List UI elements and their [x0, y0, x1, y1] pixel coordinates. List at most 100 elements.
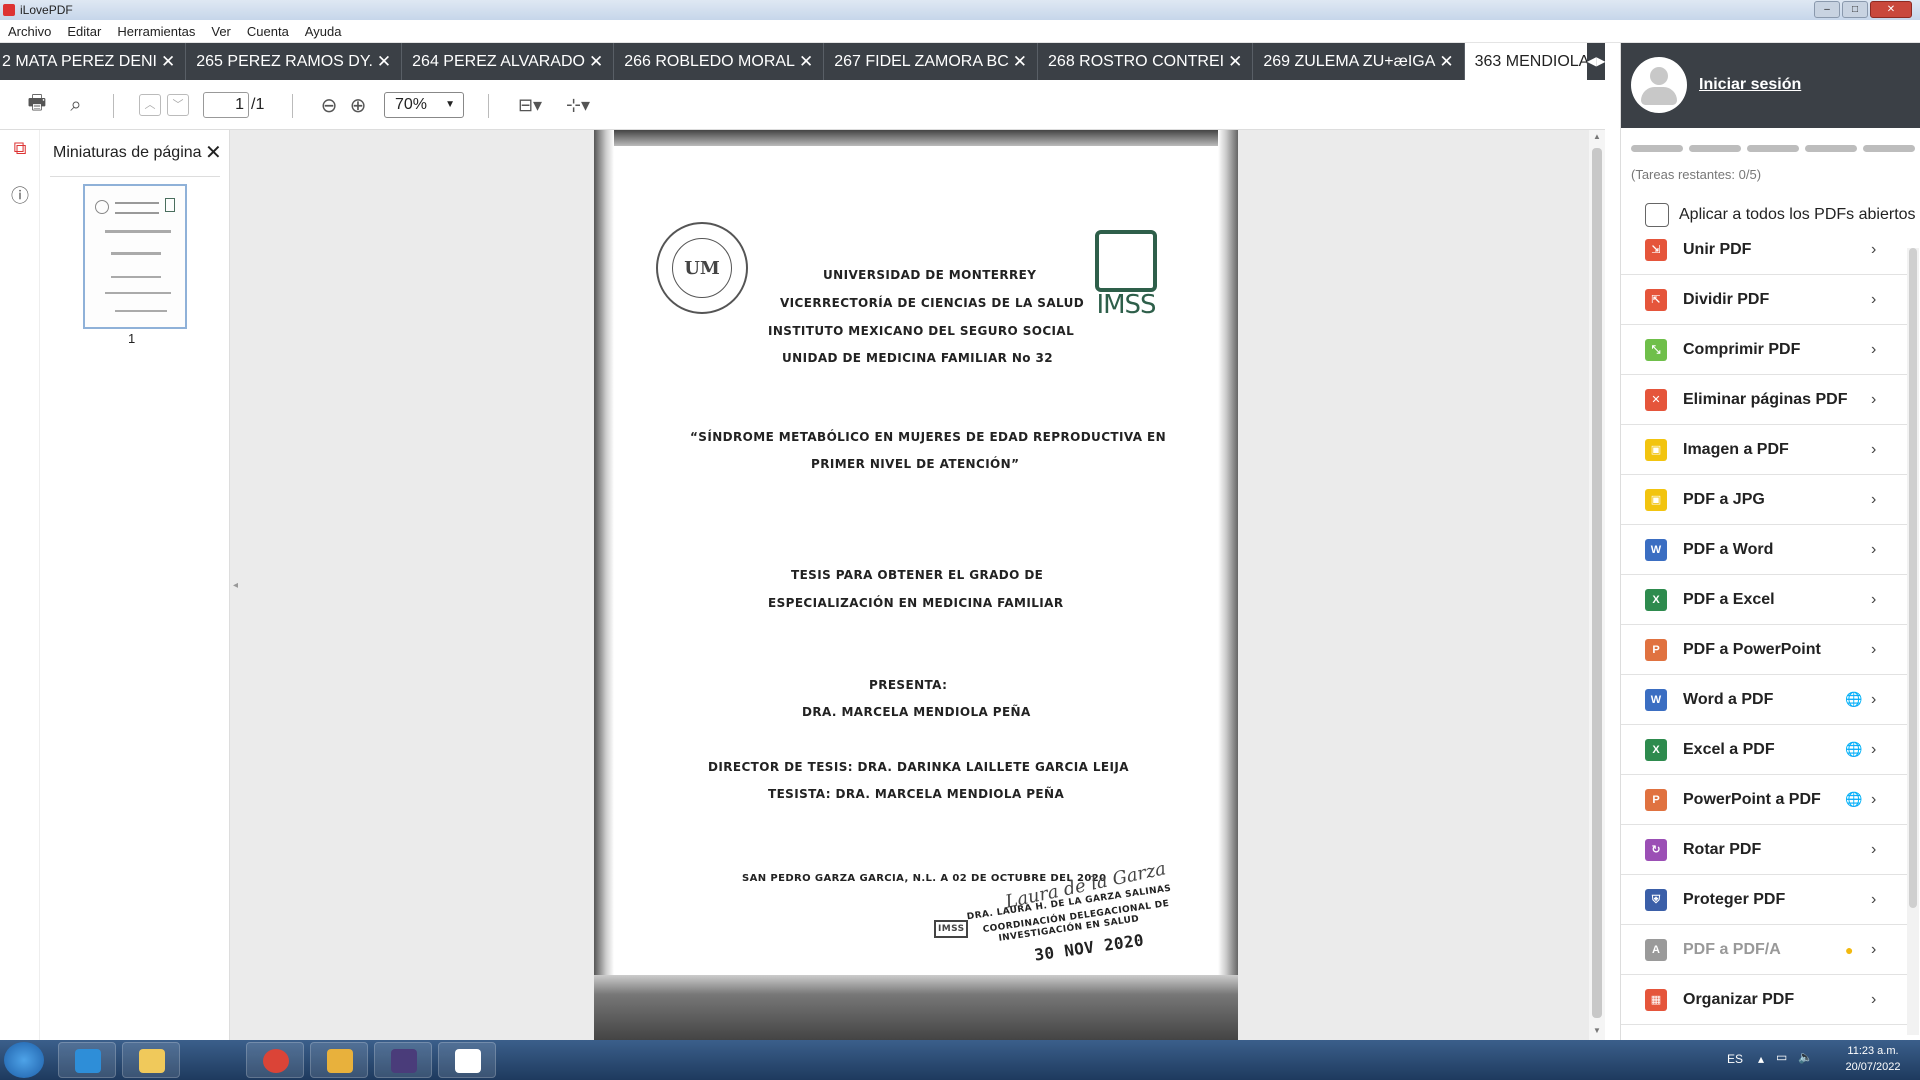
tab-document[interactable]: 269 ZULEMA ZU+æIGA ✕	[1253, 43, 1465, 80]
zoom-out-icon[interactable]: ⊖	[316, 92, 342, 118]
tool-item[interactable]: ⤡ Comprimir PDF ›	[1621, 325, 1911, 375]
tab-document[interactable]: 2 MATA PEREZ DENI ✕	[0, 43, 187, 80]
close-tab-icon[interactable]: ✕	[161, 43, 175, 80]
print-icon[interactable]: 🖶	[24, 92, 50, 118]
tab-scroll-arrows-icon[interactable]: ◀▶	[1587, 43, 1605, 80]
network-icon[interactable]: ▭	[1776, 1050, 1787, 1064]
tool-item[interactable]: A PDF a PDF/A ● ›	[1621, 925, 1911, 975]
tab-document[interactable]: 267 FIDEL ZAMORA BC ✕	[824, 43, 1039, 80]
taskbar-app[interactable]	[310, 1042, 368, 1078]
taskbar-app[interactable]	[374, 1042, 432, 1078]
rotate-icon: ↻	[1645, 839, 1667, 861]
tool-item[interactable]: X Excel a PDF 🌐 ›	[1621, 725, 1911, 775]
scrollbar-thumb[interactable]	[1909, 248, 1917, 908]
scroll-up-icon[interactable]: ▲	[1593, 132, 1601, 141]
tool-item[interactable]: X PDF a Excel ›	[1621, 575, 1911, 625]
close-tab-icon[interactable]: ✕	[1439, 43, 1453, 80]
taskbar-internet-explorer[interactable]	[58, 1042, 116, 1078]
minimize-button[interactable]: –	[1814, 1, 1840, 18]
taskbar-ilovepdf[interactable]	[438, 1042, 496, 1078]
menu-cuenta[interactable]: Cuenta	[239, 24, 297, 39]
tool-label: PDF a Word	[1683, 540, 1774, 558]
clock[interactable]: 11:23 a.m. 20/07/2022	[1838, 1043, 1908, 1075]
previous-page-button[interactable]: ︿	[139, 94, 161, 116]
header-line: INSTITUTO MEXICANO DEL SEGURO SOCIAL	[768, 324, 1075, 338]
checkbox[interactable]	[1645, 203, 1669, 227]
page-layout-icon[interactable]: ⊟▾	[512, 92, 548, 118]
chevron-right-icon: ›	[1871, 740, 1877, 758]
menu-herramientas[interactable]: Herramientas	[109, 24, 203, 39]
menu-editar[interactable]: Editar	[59, 24, 109, 39]
next-page-button[interactable]: ﹀	[167, 94, 189, 116]
close-window-button[interactable]: ✕	[1870, 1, 1912, 18]
apply-all-checkbox[interactable]: Aplicar a todos los PDFs abiertos	[1645, 203, 1916, 227]
tab-document[interactable]: 265 PEREZ RAMOS DY. ✕	[186, 43, 403, 80]
tool-item[interactable]: P PowerPoint a PDF 🌐 ›	[1621, 775, 1911, 825]
excel-to-pdf-icon: X	[1645, 739, 1667, 761]
tool-item[interactable]: ↻ Rotar PDF ›	[1621, 825, 1911, 875]
menu-archivo[interactable]: Archivo	[0, 24, 59, 39]
zoom-select[interactable]: 70% ▼	[384, 92, 464, 118]
thesis-title-line: PRIMER NIVEL DE ATENCIÓN”	[811, 457, 1020, 471]
close-tab-icon[interactable]: ✕	[1228, 43, 1242, 80]
info-icon[interactable]: ⓘ	[9, 182, 31, 206]
pdf-to-excel-icon: X	[1645, 589, 1667, 611]
document-tabs: 2 MATA PEREZ DENI ✕ 265 PEREZ RAMOS DY. ✕ …	[0, 43, 1605, 80]
tools-scrollbar[interactable]	[1907, 248, 1919, 1035]
toolbar-divider	[113, 94, 114, 118]
scroll-down-icon[interactable]: ▼	[1593, 1026, 1601, 1035]
compress-icon: ⤡	[1645, 339, 1667, 361]
menu-ayuda[interactable]: Ayuda	[297, 24, 350, 39]
tab-document-active[interactable]: 363 MENDIOLA PE+æA✕	[1464, 43, 1605, 80]
tab-document[interactable]: 264 PEREZ ALVARADO ✕	[402, 43, 615, 80]
tray-arrow-icon[interactable]: ▴	[1758, 1052, 1764, 1066]
tool-item[interactable]: W PDF a Word ›	[1621, 525, 1911, 575]
close-tab-icon[interactable]: ✕	[1013, 43, 1027, 80]
vertical-scrollbar[interactable]: ▲ ▼	[1589, 130, 1605, 1040]
tab-label: 363 MENDIOLA PE+æA	[1474, 53, 1605, 70]
author-name: DRA. MARCELA MENDIOLA PEÑA	[802, 705, 1031, 719]
clock-date: 20/07/2022	[1845, 1061, 1901, 1073]
zoom-in-icon[interactable]: ⊕	[345, 92, 371, 118]
tool-item[interactable]: ✕ Eliminar páginas PDF ›	[1621, 375, 1911, 425]
close-tab-icon[interactable]: ✕	[799, 43, 813, 80]
maximize-button[interactable]: □	[1842, 1, 1868, 18]
scrollbar-thumb[interactable]	[1592, 148, 1602, 1018]
tool-item[interactable]: W Word a PDF 🌐 ›	[1621, 675, 1911, 725]
page-number-input[interactable]: 1	[203, 92, 249, 118]
close-tab-icon[interactable]: ✕	[377, 43, 391, 80]
close-tab-icon[interactable]: ✕	[589, 43, 603, 80]
menu-ver[interactable]: Ver	[203, 24, 239, 39]
chevron-right-icon: ›	[1871, 290, 1877, 308]
tab-document[interactable]: 266 ROBLEDO MORAL ✕	[614, 43, 825, 80]
scan-edge	[594, 130, 614, 1040]
tool-label: Unir PDF	[1683, 240, 1752, 258]
degree-line: ESPECIALIZACIÓN EN MEDICINA FAMILIAR	[768, 596, 1064, 610]
taskbar-chrome[interactable]	[246, 1042, 304, 1078]
tool-item[interactable]: P PDF a PowerPoint ›	[1621, 625, 1911, 675]
language-indicator[interactable]: ES	[1727, 1052, 1743, 1066]
tool-item[interactable]: ▦ Organizar PDF ›	[1621, 975, 1911, 1025]
start-button[interactable]	[4, 1042, 44, 1078]
volume-icon[interactable]: 🔈	[1798, 1050, 1813, 1064]
tool-item[interactable]: ▣ PDF a JPG ›	[1621, 475, 1911, 525]
scan-edge	[1218, 130, 1238, 1040]
panel-splitter[interactable]: ◂	[230, 130, 244, 1040]
search-icon[interactable]: ⌕	[63, 92, 89, 118]
tool-item[interactable]: ▣ Imagen a PDF ›	[1621, 425, 1911, 475]
page-thumbnail[interactable]	[83, 184, 187, 329]
taskbar-file-explorer[interactable]	[122, 1042, 180, 1078]
tool-item[interactable]: ⇱ Dividir PDF ›	[1621, 275, 1911, 325]
pan-tool-icon[interactable]: ⊹▾	[560, 92, 596, 118]
tool-item[interactable]: ⇲ Unir PDF ›	[1621, 225, 1911, 275]
close-panel-icon[interactable]: ✕	[205, 140, 222, 165]
thumbnails-panel: Miniaturas de página ✕ 1	[40, 130, 230, 1040]
tab-document[interactable]: 268 ROSTRO CONTREI ✕	[1038, 43, 1254, 80]
presenta-label: PRESENTA:	[869, 678, 948, 692]
thumbnails-icon[interactable]: ⧉	[9, 138, 31, 160]
avatar[interactable]	[1631, 57, 1687, 113]
tab-label: 266 ROBLEDO MORAL	[624, 53, 795, 70]
signin-link[interactable]: Iniciar sesión	[1699, 76, 1801, 94]
chevron-right-icon: ›	[1871, 340, 1877, 358]
tool-item[interactable]: ⛨ Proteger PDF ›	[1621, 875, 1911, 925]
